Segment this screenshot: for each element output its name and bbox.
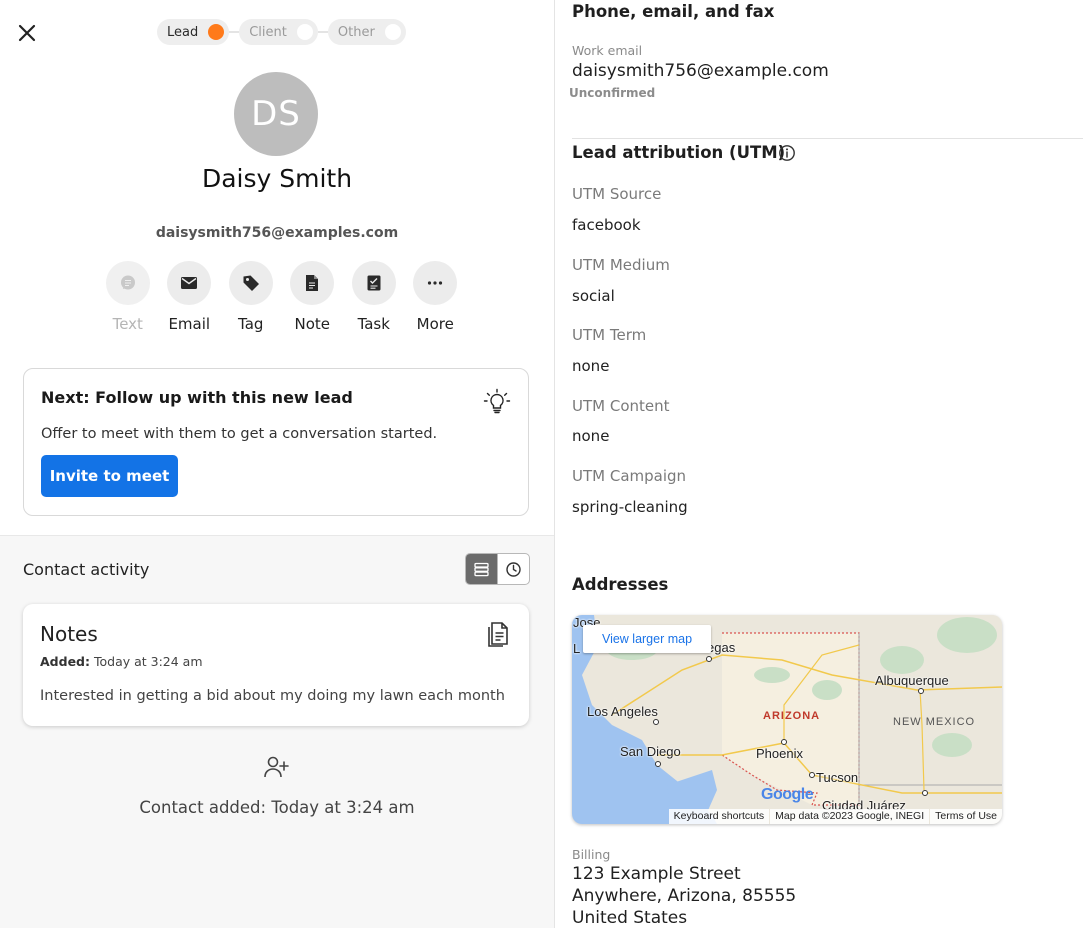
note-action-button[interactable]: Note [282, 261, 344, 333]
avatar: DS [234, 72, 318, 156]
utm-term-value: none [572, 357, 610, 375]
billing-label: Billing [572, 847, 611, 862]
action-label: Email [168, 315, 211, 333]
map-label-las-vegas: egas [707, 640, 736, 655]
utm-content-value: none [572, 427, 610, 445]
action-label: Tag [238, 315, 264, 333]
details-panel: Phone, email, and fax Work email daisysm… [555, 0, 1083, 928]
info-icon[interactable] [778, 144, 796, 162]
map-label-new-mexico: NEW MEXICO [893, 716, 976, 728]
utm-section-title: Lead attribution (UTM) [572, 143, 786, 162]
map-label-los-angeles: Los Angeles [587, 704, 658, 719]
contact-activity-section: Contact activity Notes Added: Today at 3… [0, 535, 554, 928]
map-data-attribution: Map data ©2023 Google, INEGI [770, 809, 930, 824]
stage-other[interactable]: Other [327, 19, 406, 45]
map-label-albuquerque: Albuquerque [875, 673, 949, 688]
stage-client[interactable]: Client [239, 19, 318, 45]
tag-icon [243, 275, 259, 291]
map-label-phoenix: Phoenix [756, 746, 803, 761]
stage-lead[interactable]: Lead [157, 19, 230, 45]
utm-term-label: UTM Term [572, 326, 647, 344]
document-icon [488, 622, 508, 647]
task-action-button[interactable]: Task [343, 261, 405, 333]
note-card[interactable]: Notes Added: Today at 3:24 am Interested… [23, 604, 529, 726]
stage-dot [384, 24, 401, 40]
text-action-button[interactable]: Text [97, 261, 159, 333]
close-icon[interactable] [16, 22, 40, 44]
stage-selector: Lead Client Other [157, 19, 406, 45]
utm-campaign-value: spring-cleaning [572, 498, 688, 516]
utm-content-label: UTM Content [572, 397, 670, 415]
address-map[interactable]: Jose L egas Albuquerque Los Angeles ARIZ… [572, 615, 1002, 824]
stage-connector [229, 31, 240, 33]
email-action-button[interactable]: Email [159, 261, 221, 333]
quick-actions: Text Email Tag Note Task More [97, 261, 466, 333]
next-step-title: Next: Follow up with this new lead [41, 388, 353, 407]
note-added-label: Added: [40, 654, 90, 669]
utm-medium-value: social [572, 287, 615, 305]
stage-label: Client [249, 24, 287, 40]
utm-medium-label: UTM Medium [572, 256, 670, 274]
billing-line-2: Anywhere, Arizona, 85555 [572, 886, 797, 906]
section-divider [572, 138, 1083, 139]
terms-of-use-link[interactable]: Terms of Use [930, 809, 1002, 824]
contact-added-event: Contact added: Today at 3:24 am [139, 798, 415, 817]
addresses-section-title: Addresses [572, 575, 669, 594]
action-label: Note [294, 315, 330, 333]
task-icon [367, 275, 381, 291]
work-email-label: Work email [572, 43, 643, 58]
map-label-san-diego: San Diego [620, 744, 681, 759]
envelope-icon [181, 277, 198, 289]
billing-line-1: 123 Example Street [572, 864, 741, 884]
invite-to-meet-button[interactable]: Invite to meet [41, 455, 178, 497]
phone-email-section-title: Phone, email, and fax [572, 2, 775, 21]
utm-source-value: facebook [572, 216, 641, 234]
note-title: Notes [40, 622, 98, 646]
more-action-button[interactable]: More [405, 261, 467, 333]
unconfirmed-badge: Unconfirmed [569, 86, 656, 100]
map-label-l: L [573, 641, 581, 656]
next-step-card: Next: Follow up with this new lead Offer… [23, 368, 529, 516]
action-label: Text [112, 315, 143, 333]
note-body: Interested in getting a bid about my doi… [40, 688, 505, 704]
action-label: More [416, 315, 454, 333]
next-step-description: Offer to meet with them to get a convers… [41, 426, 438, 442]
stage-dot [296, 24, 313, 40]
add-user-icon [264, 756, 289, 778]
keyboard-shortcuts-link[interactable]: Keyboard shortcuts [668, 809, 770, 824]
note-icon [306, 275, 319, 291]
work-email-value[interactable]: daisysmith756@example.com [572, 61, 829, 81]
tag-action-button[interactable]: Tag [220, 261, 282, 333]
note-added-value: Today at 3:24 am [93, 654, 203, 669]
list-view-button[interactable] [466, 554, 497, 584]
view-larger-map-link[interactable]: View larger map [583, 625, 711, 653]
activity-title: Contact activity [23, 560, 150, 579]
clock-icon [506, 561, 521, 577]
map-footer: Keyboard shortcuts Map data ©2023 Google… [668, 809, 1002, 824]
stage-connector [317, 31, 328, 33]
stage-label: Lead [167, 24, 199, 40]
map-label-arizona: ARIZONA [763, 710, 821, 722]
stage-dot [208, 24, 225, 40]
utm-source-label: UTM Source [572, 185, 662, 203]
billing-line-3: United States [572, 908, 688, 928]
contact-panel: Lead Client Other DS Daisy Smith daisysm… [0, 0, 554, 928]
lightbulb-icon [483, 388, 511, 414]
activity-view-toggle [465, 553, 530, 585]
map-label-tucson: Tucson [816, 770, 859, 785]
timeline-view-button[interactable] [497, 554, 529, 584]
more-icon [428, 281, 443, 285]
action-label: Task [357, 315, 390, 333]
note-added: Added: Today at 3:24 am [40, 654, 203, 669]
utm-campaign-label: UTM Campaign [572, 467, 687, 485]
contact-email[interactable]: daisysmith756@examples.com [0, 225, 554, 241]
chat-icon [120, 275, 135, 290]
google-logo: Google [761, 786, 814, 803]
list-icon [474, 562, 489, 576]
contact-name: Daisy Smith [201, 164, 353, 193]
stage-label: Other [337, 24, 375, 40]
